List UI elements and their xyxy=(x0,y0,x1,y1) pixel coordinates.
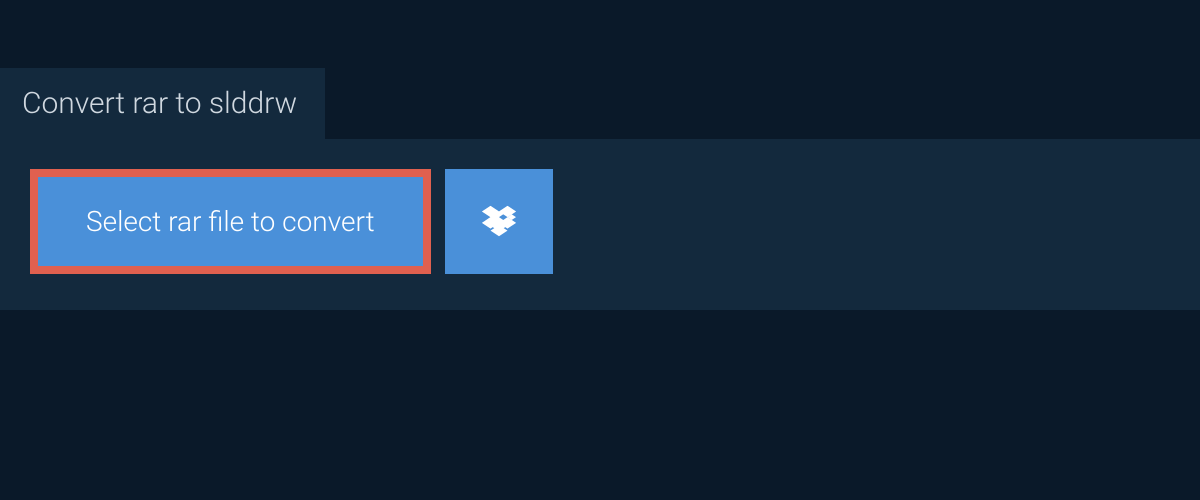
tab-convert[interactable]: Convert rar to slddrw xyxy=(0,68,325,139)
conversion-panel: Select rar file to convert xyxy=(0,139,1200,310)
select-file-label: Select rar file to convert xyxy=(86,205,375,238)
select-file-button[interactable]: Select rar file to convert xyxy=(30,169,431,274)
dropbox-icon xyxy=(482,203,516,241)
button-row: Select rar file to convert xyxy=(30,169,1170,274)
tab-title: Convert rar to slddrw xyxy=(22,86,297,121)
dropbox-button[interactable] xyxy=(445,169,553,274)
tab-bar: Convert rar to slddrw xyxy=(0,0,1200,139)
